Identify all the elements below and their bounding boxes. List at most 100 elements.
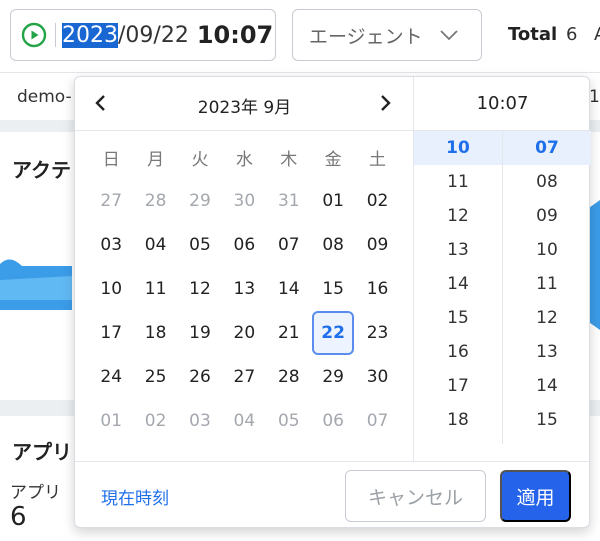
hour-option[interactable]: 11: [414, 165, 502, 199]
day-cell[interactable]: 01: [89, 399, 133, 443]
day-cell[interactable]: 13: [222, 267, 266, 311]
total-label: Total: [508, 24, 558, 45]
minute-option[interactable]: 12: [503, 301, 591, 335]
weekday-label: 火: [191, 149, 209, 170]
hour-option[interactable]: 14: [414, 267, 502, 301]
day-cell[interactable]: 09: [355, 223, 399, 267]
play-circle-icon[interactable]: [21, 22, 47, 48]
minute-option[interactable]: 10: [503, 233, 591, 267]
day-cell[interactable]: 07: [355, 399, 399, 443]
week-row: 03 04 05 06 07 08 09: [89, 223, 400, 267]
top-toolbar: 2023/09/22 10:07 エージェント Total 6 A: [0, 0, 600, 72]
minute-option[interactable]: 08: [503, 165, 591, 199]
week-row: 10 11 12 13 14 15 16: [89, 267, 400, 311]
chevron-right-icon[interactable]: [375, 92, 397, 114]
weekday-label: 木: [280, 149, 298, 170]
day-cell[interactable]: 03: [178, 399, 222, 443]
day-cell[interactable]: 02: [133, 399, 177, 443]
apply-button[interactable]: 適用: [500, 470, 571, 522]
day-cell[interactable]: 04: [133, 223, 177, 267]
day-cell[interactable]: 27: [222, 355, 266, 399]
day-cell[interactable]: 30: [222, 179, 266, 223]
day-cell[interactable]: 04: [222, 399, 266, 443]
app-card-value: 6: [10, 502, 27, 532]
now-button[interactable]: 現在時刻: [101, 484, 169, 509]
hour-option-selected[interactable]: 10: [414, 131, 502, 165]
datetime-picker: 2023年 9月 日 月 火 水 木 金 土 27 28 29 30 31 01: [74, 76, 591, 528]
day-cell[interactable]: 19: [178, 311, 222, 355]
datetime-input[interactable]: 2023/09/22 10:07: [10, 9, 276, 61]
day-cell[interactable]: 29: [178, 179, 222, 223]
agent-select-placeholder: エージェント: [309, 25, 423, 48]
day-cell[interactable]: 23: [355, 311, 399, 355]
minute-option[interactable]: 16: [503, 437, 591, 444]
day-cell[interactable]: 28: [133, 179, 177, 223]
hour-option[interactable]: 13: [414, 233, 502, 267]
day-cell[interactable]: 10: [89, 267, 133, 311]
tab-demo[interactable]: demo-: [17, 87, 72, 107]
calendar-panel: 2023年 9月 日 月 火 水 木 金 土 27 28 29 30 31 01: [75, 77, 414, 461]
hour-list[interactable]: 10 11 12 13 14 15 16 17 18 19: [414, 131, 503, 444]
app-card-label: アプリ: [10, 483, 61, 503]
day-cell[interactable]: 28: [267, 355, 311, 399]
day-cell[interactable]: 24: [89, 355, 133, 399]
day-cell[interactable]: 16: [355, 267, 399, 311]
datetime-year-selected: 2023: [62, 22, 118, 48]
weekday-label: 水: [235, 149, 253, 170]
minute-list[interactable]: 07 08 09 10 11 12 13 14 15 16: [503, 131, 591, 444]
week-row: 24 25 26 27 28 29 30: [89, 355, 400, 399]
hour-option[interactable]: 19: [414, 437, 502, 444]
day-cell[interactable]: 26: [178, 355, 222, 399]
calendar-grid: 日 月 火 水 木 金 土 27 28 29 30 31 01 02 03 04…: [89, 135, 400, 443]
hour-option[interactable]: 18: [414, 403, 502, 437]
weekday-row: 日 月 火 水 木 金 土: [89, 135, 400, 179]
chart-graphic: [0, 259, 72, 310]
day-cell[interactable]: 18: [133, 311, 177, 355]
day-cell[interactable]: 29: [311, 355, 355, 399]
divider: [55, 23, 56, 47]
day-cell[interactable]: 07: [267, 223, 311, 267]
calendar-header: 2023年 9月: [75, 77, 414, 131]
total-count: 6: [566, 24, 578, 45]
minute-option-selected[interactable]: 07: [503, 131, 591, 165]
day-cell[interactable]: 06: [311, 399, 355, 443]
week-row: 27 28 29 30 31 01 02: [89, 179, 400, 223]
day-cell[interactable]: 01: [311, 179, 355, 223]
minute-option[interactable]: 11: [503, 267, 591, 301]
day-cell[interactable]: 08: [311, 223, 355, 267]
chevron-down-icon: [439, 24, 459, 46]
day-cell[interactable]: 05: [178, 223, 222, 267]
month-title: 2023年 9月: [197, 98, 292, 118]
hour-option[interactable]: 15: [414, 301, 502, 335]
hour-option[interactable]: 16: [414, 335, 502, 369]
day-cell[interactable]: 06: [222, 223, 266, 267]
day-cell[interactable]: 15: [311, 267, 355, 311]
week-row: 01 02 03 04 05 06 07: [89, 399, 400, 443]
agent-select[interactable]: エージェント: [292, 9, 482, 61]
weekday-label: 月: [147, 149, 165, 170]
day-cell[interactable]: 20: [222, 311, 266, 355]
hour-option[interactable]: 17: [414, 369, 502, 403]
day-cell[interactable]: 05: [267, 399, 311, 443]
minute-option[interactable]: 09: [503, 199, 591, 233]
minute-option[interactable]: 14: [503, 369, 591, 403]
day-cell[interactable]: 17: [89, 311, 133, 355]
day-cell[interactable]: 31: [267, 179, 311, 223]
day-cell[interactable]: 02: [355, 179, 399, 223]
day-cell[interactable]: 27: [89, 179, 133, 223]
minute-option[interactable]: 15: [503, 403, 591, 437]
hour-option[interactable]: 12: [414, 199, 502, 233]
day-cell-selected[interactable]: 22: [312, 311, 355, 355]
day-cell[interactable]: 25: [133, 355, 177, 399]
day-cell[interactable]: 14: [267, 267, 311, 311]
weekday-label: 金: [324, 149, 342, 170]
day-cell[interactable]: 12: [178, 267, 222, 311]
active-card-title: アクテ: [12, 158, 71, 182]
day-cell[interactable]: 11: [133, 267, 177, 311]
datetime-time: 10:07: [196, 21, 274, 49]
cancel-button[interactable]: キャンセル: [345, 470, 486, 522]
minute-option[interactable]: 13: [503, 335, 591, 369]
day-cell[interactable]: 03: [89, 223, 133, 267]
day-cell[interactable]: 30: [355, 355, 399, 399]
day-cell[interactable]: 21: [267, 311, 311, 355]
